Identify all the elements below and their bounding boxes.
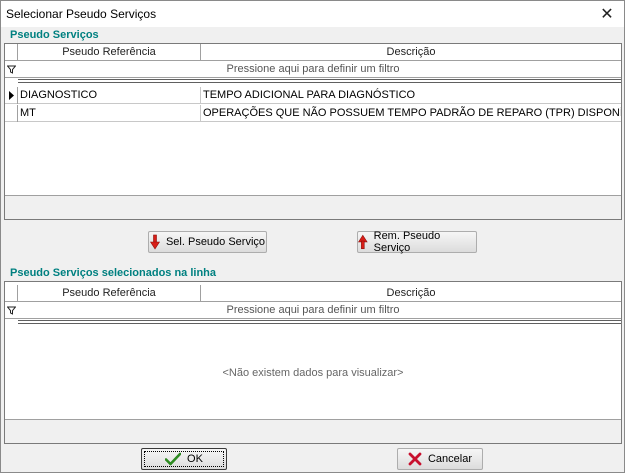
header-indicator-cell <box>5 285 18 302</box>
cell-pseudo-referencia[interactable]: MT <box>18 105 201 122</box>
title-bar: Selecionar Pseudo Serviços ✕ <box>1 1 624 27</box>
table-row[interactable]: DIAGNOSTICO TEMPO ADICIONAL PARA DIAGNÓS… <box>5 87 621 104</box>
filter-prompt: Pressione aqui para definir um filtro <box>226 304 400 316</box>
filter-icon <box>7 65 16 74</box>
grid-header: Pseudo Referência Descrição <box>5 285 621 302</box>
close-button[interactable]: ✕ <box>590 1 624 27</box>
filter-row[interactable]: Pressione aqui para definir um filtro <box>5 61 621 78</box>
current-row-arrow-icon <box>9 91 14 100</box>
filter-row[interactable]: Pressione aqui para definir um filtro <box>5 302 621 319</box>
arrow-up-icon <box>358 234 368 250</box>
filter-icon <box>7 306 16 315</box>
row-selector <box>5 105 18 122</box>
column-header-pseudo-referencia[interactable]: Pseudo Referência <box>18 44 201 61</box>
select-pseudo-service-label: Sel. Pseudo Serviço <box>165 236 266 248</box>
grid-header: Pseudo Referência Descrição <box>5 44 621 61</box>
grid-footer <box>5 419 621 443</box>
close-icon: ✕ <box>600 6 614 23</box>
ok-button[interactable]: OK <box>141 448 227 470</box>
filter-separator <box>18 79 621 83</box>
cell-descricao[interactable]: OPERAÇÕES QUE NÃO POSSUEM TEMPO PADRÃO D… <box>201 105 621 122</box>
ok-label: OK <box>187 453 203 465</box>
column-header-pseudo-referencia[interactable]: Pseudo Referência <box>18 285 201 302</box>
arrow-down-icon <box>149 234 160 250</box>
row-selector <box>5 87 18 104</box>
remove-pseudo-service-button[interactable]: Rem. Pseudo Serviço <box>357 230 477 254</box>
remove-pseudo-service-label: Rem. Pseudo Serviço <box>373 230 441 254</box>
empty-data-message: <Não existem dados para visualizar> <box>222 367 404 379</box>
section-label-selecionados: Pseudo Serviços selecionados na linha <box>10 267 217 279</box>
pseudo-services-grid: Pseudo Referência Descrição Pressione aq… <box>4 43 622 220</box>
filter-separator <box>18 320 621 324</box>
window-title: Selecionar Pseudo Serviços <box>6 7 157 21</box>
section-label-pseudo-servicos: Pseudo Serviços <box>10 29 99 41</box>
table-row[interactable]: MT OPERAÇÕES QUE NÃO POSSUEM TEMPO PADRÃ… <box>5 105 621 122</box>
cell-descricao[interactable]: TEMPO ADICIONAL PARA DIAGNÓSTICO <box>201 87 621 104</box>
select-pseudo-service-button[interactable]: Sel. Pseudo Serviço <box>148 231 267 253</box>
checkmark-icon <box>165 452 182 466</box>
header-indicator-cell <box>5 44 18 61</box>
cancel-button[interactable]: Cancelar <box>397 448 483 470</box>
column-header-descricao[interactable]: Descrição <box>201 285 621 302</box>
grid-footer <box>5 195 621 219</box>
column-header-descricao[interactable]: Descrição <box>201 44 621 61</box>
cancel-label: Cancelar <box>427 453 473 465</box>
selected-pseudo-services-grid: Pseudo Referência Descrição Pressione aq… <box>4 281 622 444</box>
dialog-window: Selecionar Pseudo Serviços ✕ Pseudo Serv… <box>0 0 625 473</box>
filter-prompt: Pressione aqui para definir um filtro <box>226 63 400 75</box>
cancel-x-icon <box>408 452 422 466</box>
cell-pseudo-referencia[interactable]: DIAGNOSTICO <box>18 87 201 104</box>
